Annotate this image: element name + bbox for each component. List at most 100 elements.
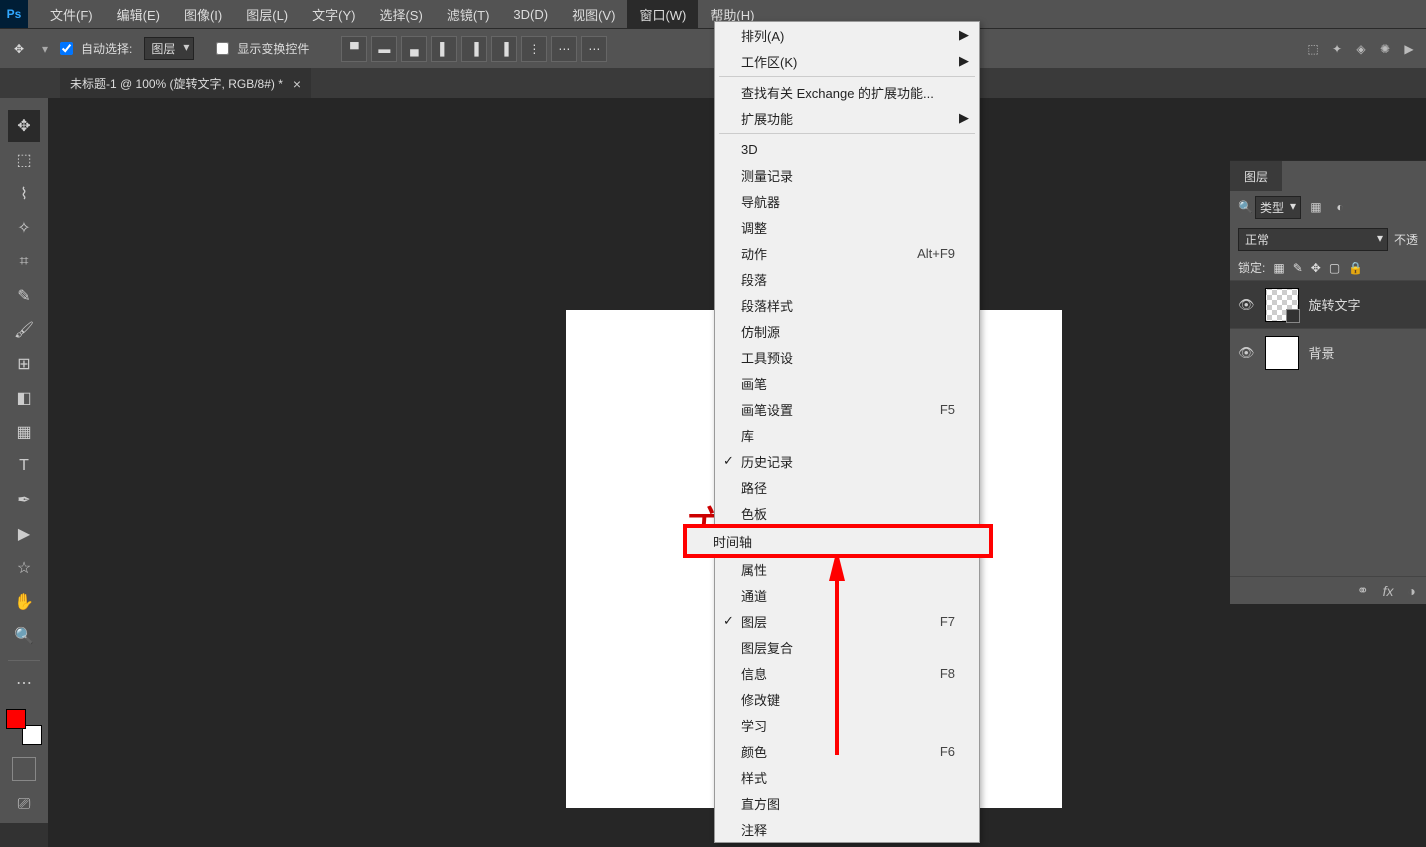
menu-item[interactable]: 3D: [715, 136, 979, 162]
align-left[interactable]: ▌: [431, 36, 457, 62]
layer-item[interactable]: 👁 背景: [1230, 328, 1426, 376]
menu-item[interactable]: 画笔设置F5: [715, 396, 979, 422]
hand-tool[interactable]: ✋: [8, 586, 40, 618]
3d-axis-icon[interactable]: ✦: [1328, 40, 1346, 58]
layers-panel: 图层 🔍类型 ▦ ◐ 正常 不透 锁定: ▦ ✎ ✥ ▢ 🔒 👁 旋转文字 👁 …: [1230, 160, 1426, 604]
menu-select[interactable]: 选择(S): [367, 0, 434, 28]
distribute-h[interactable]: ⋮: [521, 36, 547, 62]
menu-item[interactable]: 动作Alt+F9: [715, 240, 979, 266]
3d-camera-icon[interactable]: ◈: [1352, 40, 1370, 58]
eraser-tool[interactable]: ◧: [8, 382, 40, 414]
visibility-icon[interactable]: 👁: [1238, 345, 1255, 361]
menu-item[interactable]: 调整: [715, 214, 979, 240]
3d-light-icon[interactable]: ✺: [1376, 40, 1394, 58]
menu-item[interactable]: 导航器: [715, 188, 979, 214]
menu-3d[interactable]: 3D(D): [501, 0, 560, 28]
quick-mask[interactable]: [12, 757, 36, 781]
menu-window[interactable]: 窗口(W): [627, 0, 698, 28]
lasso-tool[interactable]: ⌇: [8, 178, 40, 210]
mask-icon[interactable]: ◑: [1408, 583, 1416, 599]
blend-mode-dropdown[interactable]: 正常: [1238, 228, 1388, 251]
align-top[interactable]: ▀: [341, 36, 367, 62]
auto-select-checkbox[interactable]: 自动选择:: [60, 40, 132, 57]
pen-tool[interactable]: ✒: [8, 484, 40, 516]
align-bottom[interactable]: ▄: [401, 36, 427, 62]
move-tool[interactable]: ✥: [8, 110, 40, 142]
menu-item[interactable]: 查找有关 Exchange 的扩展功能...: [715, 79, 979, 105]
menu-item[interactable]: 画笔: [715, 370, 979, 396]
menu-item[interactable]: 直方图: [715, 790, 979, 816]
magic-wand-tool[interactable]: ✧: [8, 212, 40, 244]
lock-image-icon[interactable]: ✎: [1293, 261, 1303, 275]
menu-item[interactable]: 段落样式: [715, 292, 979, 318]
visibility-icon[interactable]: 👁: [1238, 297, 1255, 313]
more-align[interactable]: ⋯: [581, 36, 607, 62]
menu-filter[interactable]: 滤镜(T): [435, 0, 502, 28]
menu-type[interactable]: 文字(Y): [300, 0, 367, 28]
show-transform-checkbox[interactable]: 显示变换控件: [216, 40, 309, 57]
menu-item[interactable]: 样式: [715, 764, 979, 790]
menu-item[interactable]: 注释: [715, 816, 979, 842]
align-right[interactable]: ▐: [491, 36, 517, 62]
lock-artboard-icon[interactable]: ▢: [1329, 261, 1340, 275]
menu-view[interactable]: 视图(V): [560, 0, 627, 28]
path-select-tool[interactable]: ▶: [8, 518, 40, 550]
menu-item[interactable]: 扩展功能▶: [715, 105, 979, 131]
brush-tool[interactable]: 🖌: [8, 314, 40, 346]
menu-file[interactable]: 文件(F): [38, 0, 105, 28]
distribute-v[interactable]: ⋯: [551, 36, 577, 62]
clone-stamp-tool[interactable]: ⊞: [8, 348, 40, 380]
layer-thumbnail[interactable]: [1265, 288, 1299, 322]
fx-icon[interactable]: fx: [1383, 583, 1394, 599]
gradient-tool[interactable]: ▦: [8, 416, 40, 448]
menu-item[interactable]: 工作区(K)▶: [715, 48, 979, 74]
menu-item[interactable]: 路径: [715, 474, 979, 500]
3d-render-icon[interactable]: ▶: [1400, 40, 1418, 58]
lock-position-icon[interactable]: ✥: [1311, 261, 1321, 275]
tab-title: 未标题-1 @ 100% (旋转文字, RGB/8#) *: [70, 75, 283, 92]
lock-all-icon[interactable]: 🔒: [1348, 261, 1363, 275]
layers-panel-footer: ⚭ fx ◑: [1230, 576, 1426, 604]
menu-item[interactable]: ✓历史记录: [715, 448, 979, 474]
eyedropper-tool[interactable]: ✎: [8, 280, 40, 312]
lock-transparent-icon[interactable]: ▦: [1273, 261, 1284, 275]
shape-tool[interactable]: ☆: [8, 552, 40, 584]
filter-adjust-icon[interactable]: ◐: [1331, 198, 1349, 216]
screen-mode[interactable]: ⎚: [8, 789, 40, 821]
menu-item[interactable]: 库: [715, 422, 979, 448]
menu-image[interactable]: 图像(I): [172, 0, 234, 28]
menu-item[interactable]: 色板: [715, 500, 979, 526]
menu-item[interactable]: 测量记录: [715, 162, 979, 188]
align-hcenter[interactable]: ▐: [461, 36, 487, 62]
filter-pixel-icon[interactable]: ▦: [1307, 198, 1325, 216]
close-tab-icon[interactable]: ×: [293, 76, 301, 92]
3d-mode-icon[interactable]: ⬚: [1304, 40, 1322, 58]
type-tool[interactable]: T: [8, 450, 40, 482]
menu-edit[interactable]: 编辑(E): [105, 0, 172, 28]
toolbox: ✥ ⬚ ⌇ ✧ ⌗ ✎ 🖌 ⊞ ◧ ▦ T ✒ ▶ ☆ ✋ 🔍 ⋯ ⎚: [0, 98, 48, 823]
menu-item[interactable]: 时间轴: [687, 528, 989, 554]
layers-tab[interactable]: 图层: [1230, 161, 1282, 191]
zoom-tool[interactable]: 🔍: [8, 620, 40, 652]
layer-thumbnail[interactable]: [1265, 336, 1299, 370]
layer-filter-row: 🔍类型 ▦ ◐: [1230, 191, 1426, 223]
link-layers-icon[interactable]: ⚭: [1357, 582, 1369, 599]
menu-item[interactable]: 段落: [715, 266, 979, 292]
align-buttons: ▀ ▬ ▄ ▌ ▐ ▐ ⋮ ⋯ ⋯: [341, 36, 607, 62]
menu-layer[interactable]: 图层(L): [234, 0, 300, 28]
menu-item[interactable]: 工具预设: [715, 344, 979, 370]
fg-bg-colors[interactable]: [6, 709, 42, 745]
edit-toolbar[interactable]: ⋯: [8, 667, 40, 699]
align-vcenter[interactable]: ▬: [371, 36, 397, 62]
menu-item[interactable]: 仿制源: [715, 318, 979, 344]
layer-name: 旋转文字: [1309, 295, 1361, 314]
auto-select-target-dropdown[interactable]: 图层: [144, 37, 194, 60]
right-icons: ⬚ ✦ ◈ ✺ ▶: [1304, 40, 1418, 58]
fg-color[interactable]: [6, 709, 26, 729]
document-tab[interactable]: 未标题-1 @ 100% (旋转文字, RGB/8#) * ×: [60, 68, 311, 98]
crop-tool[interactable]: ⌗: [8, 246, 40, 278]
filter-kind[interactable]: 🔍类型: [1238, 196, 1301, 219]
layer-item[interactable]: 👁 旋转文字: [1230, 280, 1426, 328]
menu-item[interactable]: 排列(A)▶: [715, 22, 979, 48]
marquee-tool[interactable]: ⬚: [8, 144, 40, 176]
